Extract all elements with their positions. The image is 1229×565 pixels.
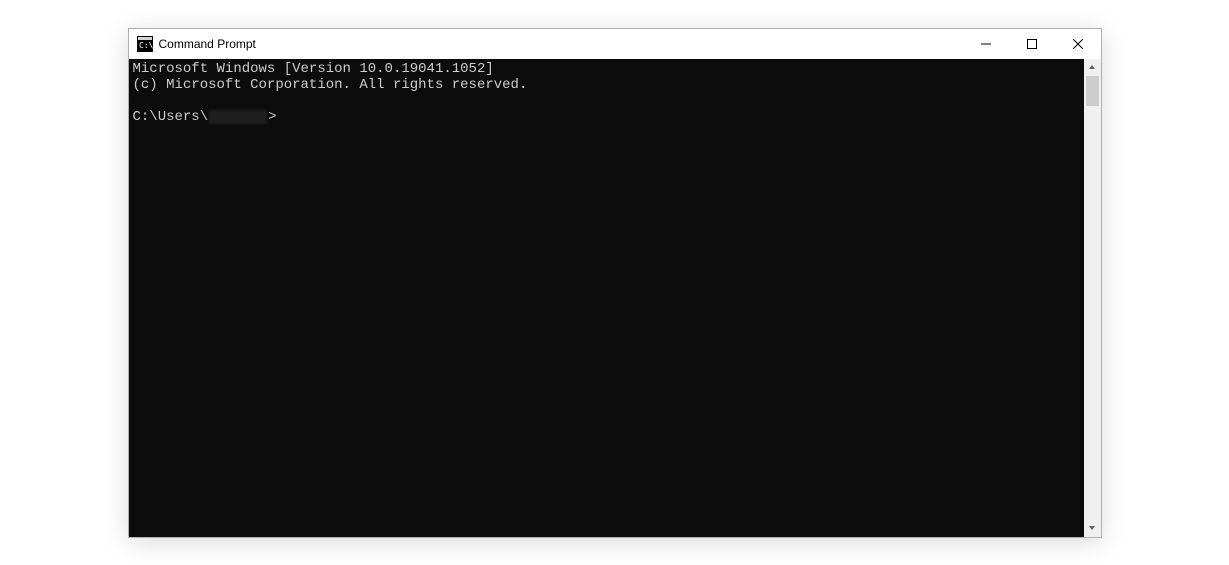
redacted-username (209, 110, 267, 124)
prompt-suffix: > (268, 109, 276, 125)
titlebar[interactable]: C:\ Command Prompt (129, 29, 1101, 59)
client-area: Microsoft Windows [Version 10.0.19041.10… (129, 59, 1101, 537)
scroll-thumb[interactable] (1086, 76, 1099, 106)
scroll-down-arrow[interactable] (1084, 520, 1101, 537)
window-title: Command Prompt (159, 37, 963, 51)
version-line: Microsoft Windows [Version 10.0.19041.10… (133, 61, 494, 77)
maximize-button[interactable] (1009, 29, 1055, 59)
command-prompt-window: C:\ Command Prompt Microsoft Windows [Ve… (128, 28, 1102, 538)
prompt-line: C:\Users\ > (133, 109, 1080, 125)
copyright-line: (c) Microsoft Corporation. All rights re… (133, 77, 528, 93)
cmd-icon: C:\ (137, 36, 153, 52)
vertical-scrollbar[interactable] (1084, 59, 1101, 537)
svg-text:C:\: C:\ (139, 41, 153, 50)
scroll-up-arrow[interactable] (1084, 59, 1101, 76)
minimize-button[interactable] (963, 29, 1009, 59)
scroll-track[interactable] (1084, 76, 1101, 520)
terminal-output[interactable]: Microsoft Windows [Version 10.0.19041.10… (129, 59, 1084, 537)
window-controls (963, 29, 1101, 59)
prompt-prefix: C:\Users\ (133, 109, 209, 125)
close-button[interactable] (1055, 29, 1101, 59)
